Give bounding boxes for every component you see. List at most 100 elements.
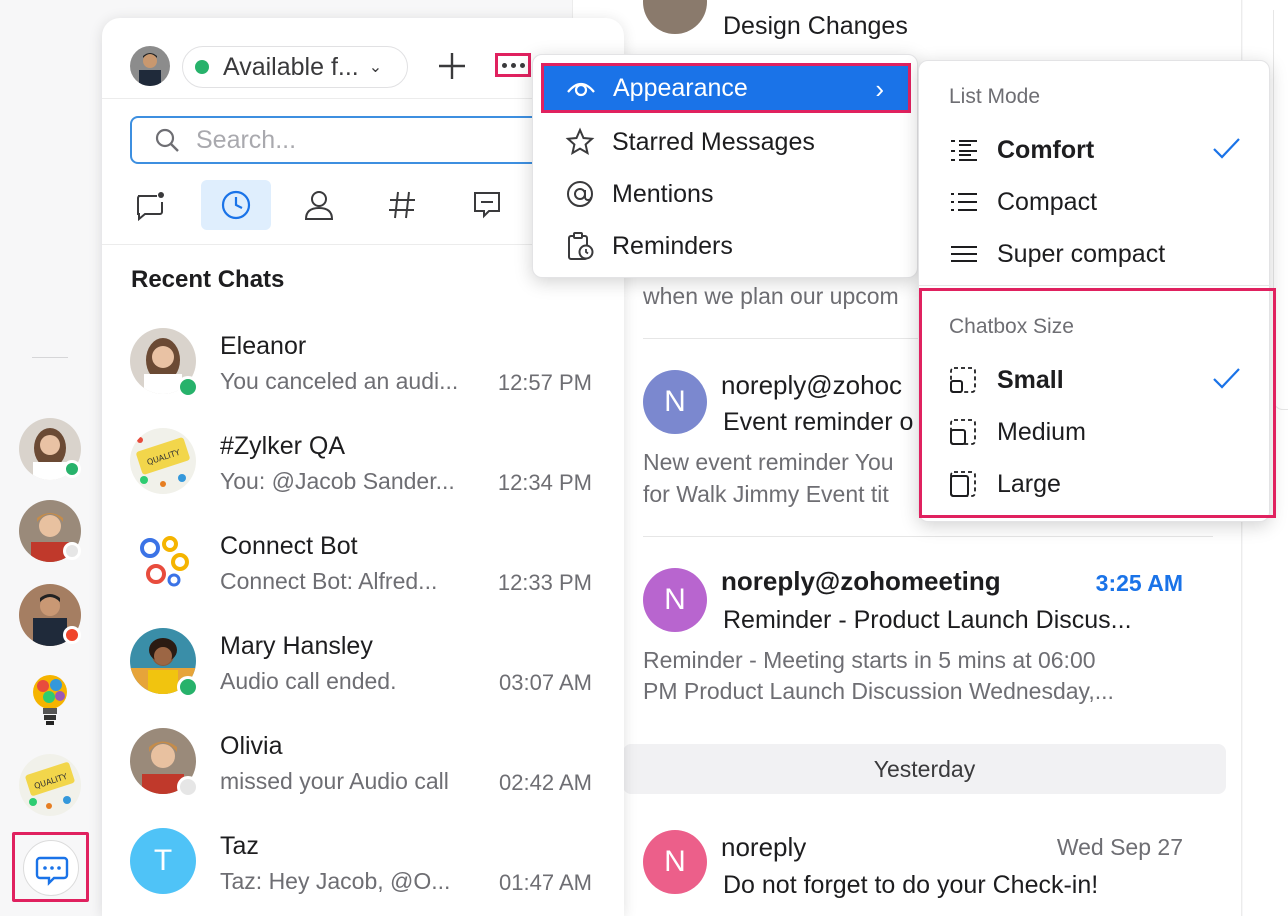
tab-contacts[interactable] [284,180,354,230]
offline-status-dot [177,776,199,798]
mail-subject: Design Changes [723,12,908,40]
mail-sender[interactable]: noreply@zohoc [721,370,931,401]
tab-threads[interactable] [452,180,522,230]
list-compact-icon [951,193,977,211]
mail-subject[interactable]: Reminder - Product Launch Discus... [723,606,1173,635]
chat-bubble-button-highlighted[interactable] [12,832,89,902]
chat-time: 12:33 PM [497,570,592,595]
option-label: Comfort [997,135,1095,164]
menu-item-mentions[interactable]: Mentions [533,169,919,219]
mail-sender[interactable]: noreply [721,832,806,863]
plus-icon [439,53,465,79]
mail-subject[interactable]: Event reminder o [723,408,923,437]
offline-status-dot [63,542,81,560]
chat-time: 12:34 PM [497,470,592,495]
mail-separator [643,536,1213,537]
status-selector[interactable]: Available f... ⌄ [182,46,408,88]
status-text: Available f... [223,52,359,81]
busy-status-dot [63,626,81,644]
online-status-dot [177,676,199,698]
rail-avatar-eleanor[interactable] [19,418,81,480]
chat-row[interactable]: Olivia missed your Audio call 02:42 AM [102,728,624,828]
check-icon [1213,138,1240,159]
chat-name: Eleanor [220,332,307,360]
chat-time: 03:07 AM [499,670,592,695]
at-icon [567,181,593,207]
mail-time: 3:25 AM [1095,570,1183,596]
mail-subject[interactable]: Do not forget to do your Check-in! [723,871,1173,900]
sender-avatar: N [643,830,707,894]
online-status-dot [63,460,81,478]
chat-preview: You: @Jacob Sander... [220,468,455,494]
search-icon [155,128,179,152]
menu-item-starred[interactable]: Starred Messages [533,117,919,167]
left-rail: QUALITY [0,0,100,916]
mail-preview: Reminder - Meeting starts in 5 mins at 0… [643,647,1096,673]
chat-name: #Zylker QA [220,432,346,460]
list-mode-heading: List Mode [949,85,1041,108]
appearance-submenu: List Mode Comfort Compact Super compact … [918,60,1276,522]
sender-avatar: N [643,568,707,632]
hashtag-icon [389,191,415,219]
rail-avatar-jacob[interactable] [19,584,81,646]
online-status-dot [195,60,209,74]
chat-name: Olivia [220,732,283,760]
new-chat-button[interactable] [436,50,468,82]
chat-row[interactable]: Mary Hansley Audio call ended. 03:07 AM [102,628,624,728]
more-options-button[interactable] [495,53,531,77]
sender-avatar: N [643,370,707,434]
chat-preview: Connect Bot: Alfred... [220,568,438,594]
list-mode-compact[interactable]: Compact [919,177,1271,227]
my-avatar[interactable] [130,46,170,86]
menu-item-reminders[interactable]: Reminders [533,221,919,271]
chat-name: Mary Hansley [220,632,373,660]
clock-icon [221,190,251,220]
rail-divider [32,357,68,358]
date-divider-yesterday: Yesterday [623,744,1226,794]
person-icon [304,191,334,220]
chat-time: 01:47 AM [499,870,592,895]
chat-preview: You canceled an audi... [220,368,459,394]
chat-time: 12:57 PM [497,370,592,395]
rail-avatar-olivia[interactable] [19,500,81,562]
chat-bubble-icon [35,856,69,886]
thread-icon [474,192,500,219]
menu-item-label: Reminders [612,231,733,260]
menu-item-label: Appearance [613,73,748,102]
rail-avatar-zylker-qa[interactable]: QUALITY [19,754,81,816]
menu-item-appearance[interactable]: Appearance › [541,63,911,113]
tab-chats[interactable] [115,180,185,230]
chevron-right-icon: › [875,74,884,104]
sender-avatar [643,0,707,34]
list-comfort-icon [951,140,977,161]
chat-name: Taz [220,832,259,860]
avatar: QUALITY [130,428,196,494]
star-icon [565,127,595,156]
chat-preview: missed your Audio call [220,768,449,794]
submenu-divider [919,285,1271,286]
rail-lightbulb-app[interactable] [19,668,81,730]
option-label: Compact [997,187,1098,216]
chat-row[interactable]: Connect Bot Connect Bot: Alfred... 12:33… [102,528,624,628]
menu-item-label: Mentions [612,179,714,208]
chat-time: 02:42 AM [499,770,592,795]
avatar-initial: T [130,828,196,894]
options-menu: Appearance › Starred Messages Mentions R… [532,54,918,278]
tab-channels[interactable] [367,180,437,230]
chevron-down-icon: ⌄ [368,59,383,76]
chat-name: Connect Bot [220,532,358,560]
chat-row[interactable]: QUALITY #Zylker QA You: @Jacob Sander...… [102,428,624,528]
mail-time: Wed Sep 27 [1056,834,1183,860]
list-mode-super-compact[interactable]: Super compact [919,229,1271,279]
list-super-compact-icon [951,246,977,262]
chat-unread-icon [137,192,164,222]
chat-row[interactable]: Eleanor You canceled an audi... 12:57 PM [102,328,624,428]
list-mode-comfort[interactable]: Comfort [919,125,1271,175]
online-status-dot [177,376,199,398]
chat-preview: Taz: Hey Jacob, @O... [220,868,451,894]
bot-logo-icon [130,528,196,594]
tab-recent[interactable] [201,180,271,230]
mail-sender[interactable]: noreply@zohomeeting [721,566,1001,597]
menu-item-label: Starred Messages [612,127,815,156]
chat-row[interactable]: T Taz Taz: Hey Jacob, @O... 01:47 AM [102,828,624,916]
